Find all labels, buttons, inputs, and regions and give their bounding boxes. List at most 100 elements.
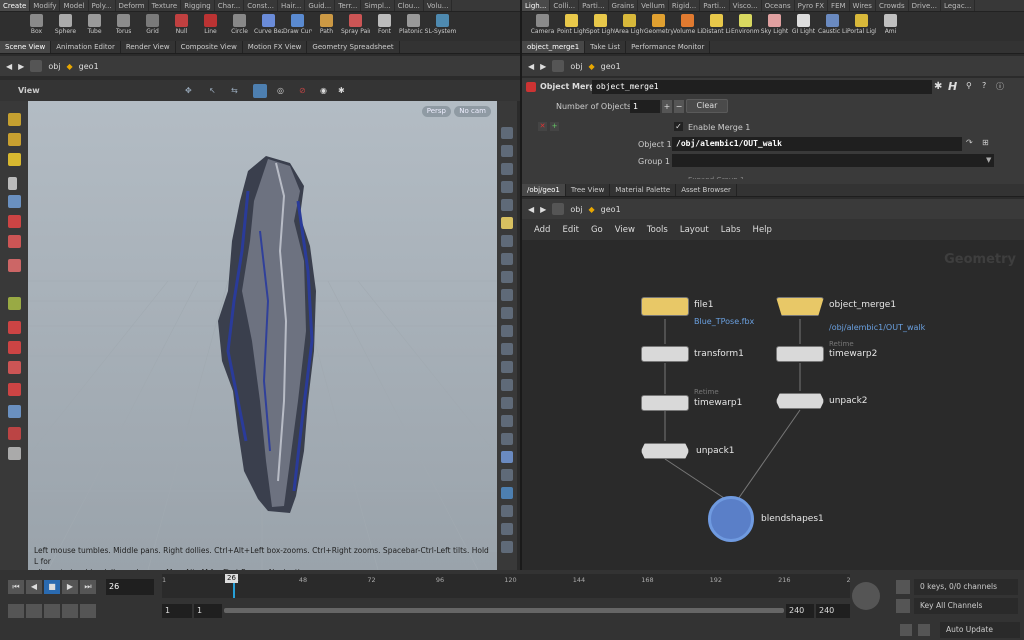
shelf-tab-right-12[interactable]: Crowds	[876, 0, 909, 11]
update-icon[interactable]	[918, 624, 930, 636]
pointer-icon[interactable]	[8, 177, 17, 190]
tool-left-6[interactable]: Line	[196, 12, 225, 41]
net-menu-tools[interactable]: Tools	[647, 225, 668, 235]
file1-node[interactable]	[641, 297, 689, 316]
tool-left-9[interactable]: Draw Curve	[283, 12, 312, 41]
net-tab-0[interactable]: /obj/geo1	[522, 184, 566, 196]
shelf-tab-2[interactable]: Model	[60, 0, 89, 11]
net-tab-1[interactable]: Tree View	[566, 184, 611, 196]
shelf-tab-14[interactable]: Volu...	[424, 0, 453, 11]
shelf-tab-right-14[interactable]: Legac...	[941, 0, 976, 11]
chat-icon[interactable]	[900, 624, 912, 636]
realtime-icon[interactable]	[8, 604, 24, 618]
tool-left-14[interactable]: L-System	[428, 12, 457, 41]
tool-right-10[interactable]: Caustic Light	[818, 12, 847, 41]
back-arrow-icon[interactable]: ◀	[528, 205, 534, 214]
key-all-channels-button[interactable]: Key All Channels	[914, 598, 1018, 614]
grid-icon[interactable]	[501, 451, 513, 463]
render-region-icon[interactable]	[8, 447, 21, 460]
remove-object-button[interactable]: −	[674, 100, 684, 113]
tool-left-12[interactable]: Font	[370, 12, 399, 41]
shelf-tab-3[interactable]: Poly...	[89, 0, 116, 11]
jump-end-icon[interactable]: ⏭	[80, 580, 96, 594]
net-menu-help[interactable]: Help	[753, 225, 772, 235]
pose-icon[interactable]	[8, 215, 21, 228]
uv-icon[interactable]	[501, 307, 513, 319]
play-icon[interactable]: ▶	[62, 580, 78, 594]
transform1-node[interactable]	[641, 346, 689, 362]
path-geo[interactable]: geo1	[79, 62, 99, 71]
tool-right-3[interactable]: Area Light	[615, 12, 644, 41]
current-frame-field[interactable]: 26	[106, 579, 154, 595]
capture-icon[interactable]	[8, 259, 21, 272]
audio-icon[interactable]	[26, 604, 42, 618]
jump-start-icon[interactable]: ⏮	[8, 580, 24, 594]
stop-icon[interactable]: ■	[44, 580, 60, 594]
unpack2-node[interactable]	[776, 393, 824, 409]
tool-right-4[interactable]: Geometry Light	[644, 12, 673, 41]
handle-icon[interactable]	[8, 153, 21, 166]
group-dropdown-icon[interactable]: ▼	[986, 156, 991, 164]
range-start-field[interactable]: 1	[162, 604, 192, 618]
timeline-ruler[interactable]: 1244872961201441681922162 26	[162, 574, 851, 598]
range-slider[interactable]	[224, 608, 784, 613]
view-tool-icon[interactable]	[8, 405, 21, 418]
key-icon[interactable]	[852, 582, 880, 610]
tool-left-0[interactable]: Box	[22, 12, 51, 41]
timewarp2-node[interactable]	[776, 346, 824, 362]
back-arrow-icon[interactable]: ◀	[6, 62, 12, 71]
number-icon[interactable]	[501, 361, 513, 373]
prim-icon[interactable]	[501, 253, 513, 265]
tool-right-6[interactable]: Distant Light	[702, 12, 731, 41]
tool-left-10[interactable]: Path	[312, 12, 341, 41]
scene-tab-2[interactable]: Render View	[121, 41, 176, 53]
tool-left-1[interactable]: Sphere	[51, 12, 80, 41]
network-icon[interactable]	[30, 60, 43, 72]
lock-camera-icon[interactable]	[501, 163, 513, 175]
shelf-tab-right-6[interactable]: Parti...	[700, 0, 730, 11]
net-tab-2[interactable]: Material Palette	[610, 184, 677, 196]
tool-left-11[interactable]: Spray Paint	[341, 12, 370, 41]
tool-left-13[interactable]: Platonic Solids	[399, 12, 428, 41]
nudge-icon[interactable]	[8, 383, 21, 396]
net-menu-go[interactable]: Go	[591, 225, 603, 235]
blendshapes1-node[interactable]	[708, 496, 754, 542]
shelf-tab-right-4[interactable]: Vellum	[638, 0, 669, 11]
jump-arrow-icon[interactable]: ↷	[966, 138, 973, 147]
shelf-tab-5[interactable]: Texture	[149, 0, 182, 11]
auto-update-button[interactable]: Auto Update	[940, 622, 1020, 638]
net-menu-edit[interactable]: Edit	[562, 225, 578, 235]
wire-icon[interactable]	[501, 199, 513, 211]
range-end2-field[interactable]: 240	[816, 604, 850, 618]
scene-tab-0[interactable]: Scene View	[0, 41, 52, 53]
network-editor[interactable]: Geometry file1 Blue_TPose.fbx transform1…	[522, 240, 1024, 570]
shelf-tab-right-3[interactable]: Grains	[609, 0, 639, 11]
enable-merge-checkbox[interactable]: ✓	[674, 122, 683, 131]
search-icon[interactable]: ⚲	[966, 81, 972, 90]
checker-icon[interactable]	[501, 469, 513, 481]
range-start2-field[interactable]: 1	[194, 604, 222, 618]
shelf-tab-right-1[interactable]: Colli...	[550, 0, 580, 11]
shelf-tab-right-10[interactable]: FEM	[828, 0, 850, 11]
select-icon[interactable]	[8, 113, 21, 126]
tool-right-8[interactable]: Sky Light	[760, 12, 789, 41]
shelf-tab-right-11[interactable]: Wires	[850, 0, 876, 11]
camera-menu[interactable]: No cam	[454, 106, 491, 117]
point-icon[interactable]	[501, 235, 513, 247]
node-name-field[interactable]: object_merge1	[592, 80, 932, 94]
path-geo[interactable]: geo1	[601, 62, 621, 71]
shelf-tab-12[interactable]: Simpl...	[361, 0, 395, 11]
net-menu-labs[interactable]: Labs	[721, 225, 741, 235]
shelf-tab-right-9[interactable]: Pyro FX	[795, 0, 829, 11]
net-menu-view[interactable]: View	[615, 225, 635, 235]
tool-left-8[interactable]: Curve Bezier	[254, 12, 283, 41]
shelf-tab-10[interactable]: Guid...	[305, 0, 336, 11]
vector-icon[interactable]	[501, 433, 513, 445]
snapshot-icon[interactable]: ◉	[320, 86, 327, 95]
tool-right-7[interactable]: Environment Light	[731, 12, 760, 41]
cut-icon[interactable]	[501, 343, 513, 355]
tool-left-5[interactable]: Null	[167, 12, 196, 41]
shelf-tab-right-2[interactable]: Parti...	[579, 0, 609, 11]
render-icon[interactable]: ◎	[277, 86, 284, 95]
shelf-tab-0[interactable]: Create	[0, 0, 31, 11]
